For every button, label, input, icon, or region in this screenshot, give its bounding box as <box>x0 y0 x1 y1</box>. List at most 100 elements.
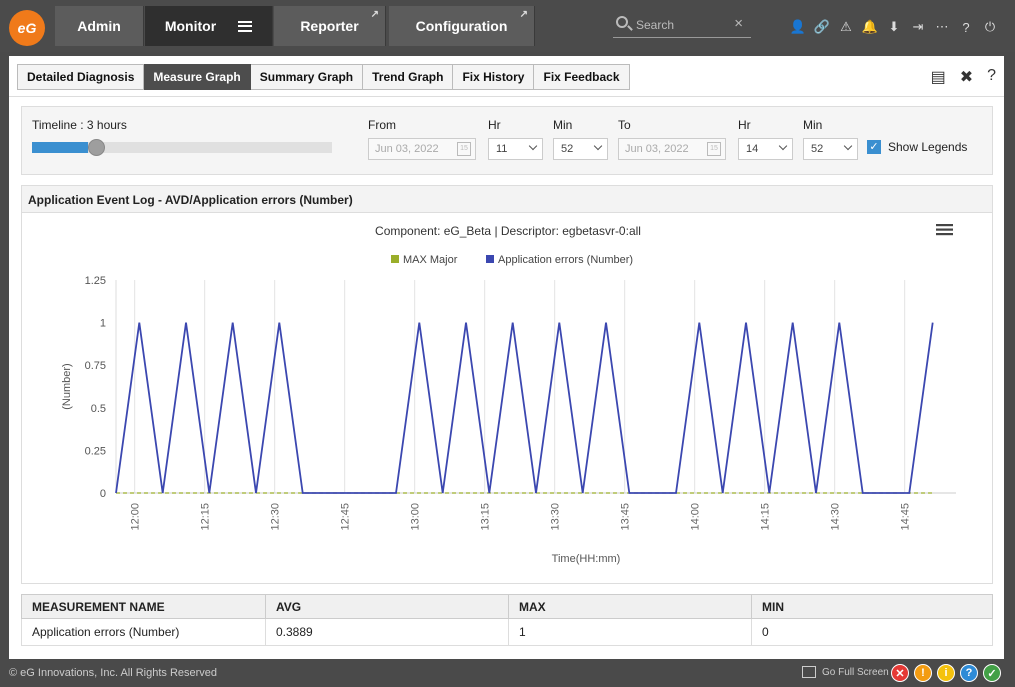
to-min-label: Min <box>803 118 823 132</box>
sub-tabs: Detailed Diagnosis Measure Graph Summary… <box>17 64 630 90</box>
x-tick-label: 14:00 <box>690 503 702 531</box>
x-tick-label: 12:30 <box>270 503 282 531</box>
to-date-field[interactable]: Jun 03, 2022 15 <box>618 138 726 160</box>
to-hr-select[interactable]: 14 <box>738 138 793 160</box>
tab-summary-graph[interactable]: Summary Graph <box>250 64 364 90</box>
measurement-table: MEASUREMENT NAME AVG MAX MIN Application… <box>21 594 993 646</box>
table-header-row: MEASUREMENT NAME AVG MAX MIN <box>21 594 993 619</box>
nav-tab-configuration[interactable]: Configuration ↗ <box>389 6 535 46</box>
to-hr-label: Hr <box>738 118 751 132</box>
login-icon[interactable]: ⇥ <box>906 16 930 38</box>
chevron-down-icon <box>593 141 603 151</box>
user-icon[interactable]: 👤 <box>786 16 810 38</box>
document-icon[interactable]: ▤ <box>931 67 946 87</box>
y-axis-title: (Number) <box>61 363 73 409</box>
tab-trend-graph[interactable]: Trend Graph <box>363 64 454 90</box>
cell-min: 0 <box>751 618 993 646</box>
alert-icon[interactable]: ⚠ <box>834 16 858 38</box>
col-min: MIN <box>751 594 993 619</box>
normal-status-icon[interactable]: ✓ <box>983 664 1001 682</box>
x-tick-label: 14:45 <box>900 503 912 531</box>
chevron-down-icon <box>843 141 853 151</box>
help-icon[interactable]: ? <box>987 67 996 87</box>
from-hr-select[interactable]: 11 <box>488 138 543 160</box>
to-date-value: Jun 03, 2022 <box>625 143 689 155</box>
power-icon[interactable]: ⏻ <box>978 16 1002 38</box>
chart-menu-icon <box>936 233 953 236</box>
status-indicators: ✕ ! i ? ✓ <box>891 664 1001 682</box>
search-input[interactable]: Search × <box>613 14 751 38</box>
from-min-label: Min <box>553 118 573 132</box>
show-legends-checkbox[interactable]: ✓ <box>867 140 881 154</box>
external-link-icon: ↗ <box>370 9 379 20</box>
cell-measurement-name: Application errors (Number) <box>21 618 266 646</box>
chart-header: Application Event Log - AVD/Application … <box>22 186 992 213</box>
nav-tab-admin[interactable]: Admin <box>55 6 144 46</box>
y-tick-label: 1.25 <box>85 275 106 287</box>
nav-tab-monitor[interactable]: Monitor <box>145 6 273 46</box>
x-tick-label: 13:00 <box>410 503 422 531</box>
fullscreen-icon <box>802 666 816 678</box>
x-tick-label: 14:30 <box>830 503 842 531</box>
from-hr-label: Hr <box>488 118 501 132</box>
divider <box>9 96 1004 97</box>
cell-max: 1 <box>508 618 752 646</box>
table-row: Application errors (Number) 0.3889 1 0 <box>21 618 993 646</box>
calendar-icon[interactable]: 15 <box>707 142 721 156</box>
legend-swatch <box>486 255 494 263</box>
tools-icon[interactable]: ✖ <box>960 67 973 87</box>
go-full-screen-button[interactable]: Go Full Screen <box>802 666 889 678</box>
toolbar-icons: 👤 🔗 ⚠ 🔔 ⬇ ⇥ ⋯ ? ⏻ <box>786 16 1002 38</box>
more-icon[interactable]: ⋯ <box>930 16 954 38</box>
from-min-select[interactable]: 52 <box>553 138 608 160</box>
timeline-slider-fill <box>32 142 88 153</box>
timeline-slider[interactable] <box>32 139 332 156</box>
series-line-application-errors <box>115 322 934 494</box>
eg-logo[interactable]: eG <box>9 10 45 46</box>
link-icon[interactable]: 🔗 <box>810 16 834 38</box>
legend-swatch <box>391 255 399 263</box>
tab-fix-history[interactable]: Fix History <box>453 64 535 90</box>
tab-measure-graph[interactable]: Measure Graph <box>144 64 251 90</box>
major-status-icon[interactable]: ! <box>914 664 932 682</box>
x-tick-label: 13:30 <box>550 503 562 531</box>
timeline-filter: Timeline : 3 hours From Jun 03, 2022 15 H… <box>21 106 993 175</box>
y-tick-label: 0.5 <box>91 403 106 415</box>
chart-menu-icon <box>936 228 953 231</box>
from-date-field[interactable]: Jun 03, 2022 15 <box>368 138 476 160</box>
unknown-status-icon[interactable]: ? <box>960 664 978 682</box>
main-panel: Detailed Diagnosis Measure Graph Summary… <box>9 56 1004 659</box>
hamburger-menu-icon[interactable] <box>238 20 253 32</box>
nav-tab-reporter-label: Reporter <box>300 18 359 34</box>
chevron-down-icon <box>528 141 538 151</box>
calendar-icon[interactable]: 15 <box>457 142 471 156</box>
line-chart: Component: eG_Beta | Descriptor: egbetas… <box>61 224 956 565</box>
y-tick-label: 0 <box>100 488 106 500</box>
fullscreen-label: Go Full Screen <box>822 666 889 678</box>
x-tick-label: 12:00 <box>130 503 142 531</box>
help-icon[interactable]: ? <box>954 16 978 38</box>
minor-status-icon[interactable]: i <box>937 664 955 682</box>
tab-detailed-diagnosis[interactable]: Detailed Diagnosis <box>17 64 145 90</box>
legend-label: MAX Major <box>403 254 458 266</box>
to-hr-value: 14 <box>746 143 759 155</box>
copyright-text: © eG Innovations, Inc. All Rights Reserv… <box>9 667 218 679</box>
clear-search-icon[interactable]: × <box>734 15 743 32</box>
x-tick-label: 14:15 <box>760 503 772 531</box>
top-nav: eG Admin Monitor Reporter ↗ Configuration… <box>0 0 1015 52</box>
from-date-value: Jun 03, 2022 <box>375 143 439 155</box>
to-min-value: 52 <box>811 143 824 155</box>
to-min-select[interactable]: 52 <box>803 138 858 160</box>
download-icon[interactable]: ⬇ <box>882 16 906 38</box>
nav-tab-reporter[interactable]: Reporter ↗ <box>274 6 386 46</box>
timeline-slider-handle[interactable] <box>88 139 105 156</box>
bell-icon[interactable]: 🔔 <box>858 16 882 38</box>
cell-avg: 0.3889 <box>265 618 509 646</box>
chevron-down-icon <box>778 141 788 151</box>
tab-fix-feedback[interactable]: Fix Feedback <box>534 64 630 90</box>
x-tick-label: 13:45 <box>620 503 632 531</box>
from-label: From <box>368 118 396 132</box>
y-tick-label: 0.75 <box>85 360 106 372</box>
critical-status-icon[interactable]: ✕ <box>891 664 909 682</box>
col-max: MAX <box>508 594 752 619</box>
